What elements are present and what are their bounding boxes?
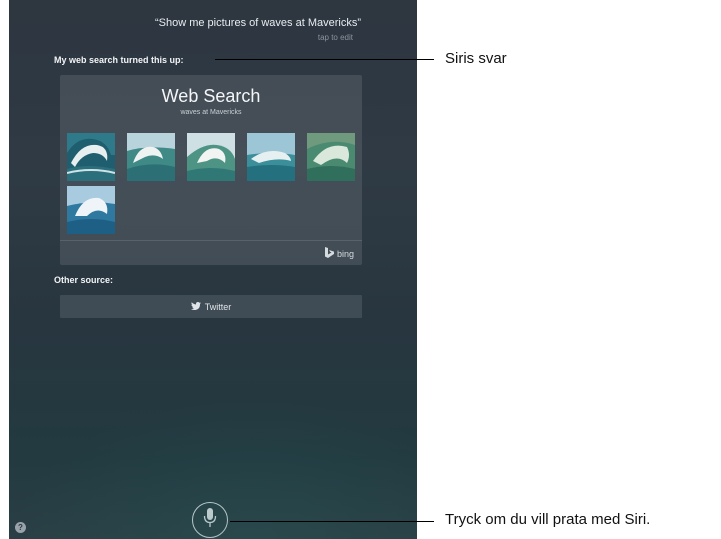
card-subtitle: waves at Mavericks <box>180 109 242 116</box>
bing-attribution[interactable]: bing <box>324 247 354 260</box>
callout-line-response <box>215 59 434 60</box>
bing-label: bing <box>336 248 354 259</box>
wave-image-2[interactable] <box>127 133 175 181</box>
illustration: “Show me pictures of waves at Mavericks”… <box>0 0 721 539</box>
wave-image-1[interactable] <box>67 133 115 181</box>
siri-response-text: My web search turned this up: <box>54 55 184 65</box>
callout-line-mic <box>230 521 434 522</box>
callout-response-label: Siris svar <box>445 50 507 67</box>
siri-screen: “Show me pictures of waves at Mavericks”… <box>9 0 417 539</box>
web-search-card: Web Search waves at Mavericks bing <box>60 75 362 265</box>
tap-to-edit-hint[interactable]: tap to edit <box>318 33 353 42</box>
twitter-label: Twitter <box>204 301 232 312</box>
microphone-icon <box>203 507 217 534</box>
callout-mic-label: Tryck om du vill prata med Siri. <box>445 511 651 528</box>
microphone-button[interactable] <box>192 502 228 538</box>
card-divider <box>60 240 362 241</box>
twitter-bird-icon <box>190 301 201 312</box>
card-title: Web Search <box>161 86 261 106</box>
wave-image-3[interactable] <box>187 133 235 181</box>
help-icon[interactable]: ? <box>15 522 26 533</box>
bing-logo-icon <box>324 247 334 260</box>
wave-image-5[interactable] <box>307 133 355 181</box>
wave-image-6[interactable] <box>67 186 115 234</box>
siri-query-text[interactable]: “Show me pictures of waves at Mavericks” <box>9 17 417 29</box>
wave-image-4[interactable] <box>247 133 295 181</box>
other-source-label: Other source: <box>54 275 114 285</box>
twitter-button[interactable]: Twitter <box>60 295 362 318</box>
